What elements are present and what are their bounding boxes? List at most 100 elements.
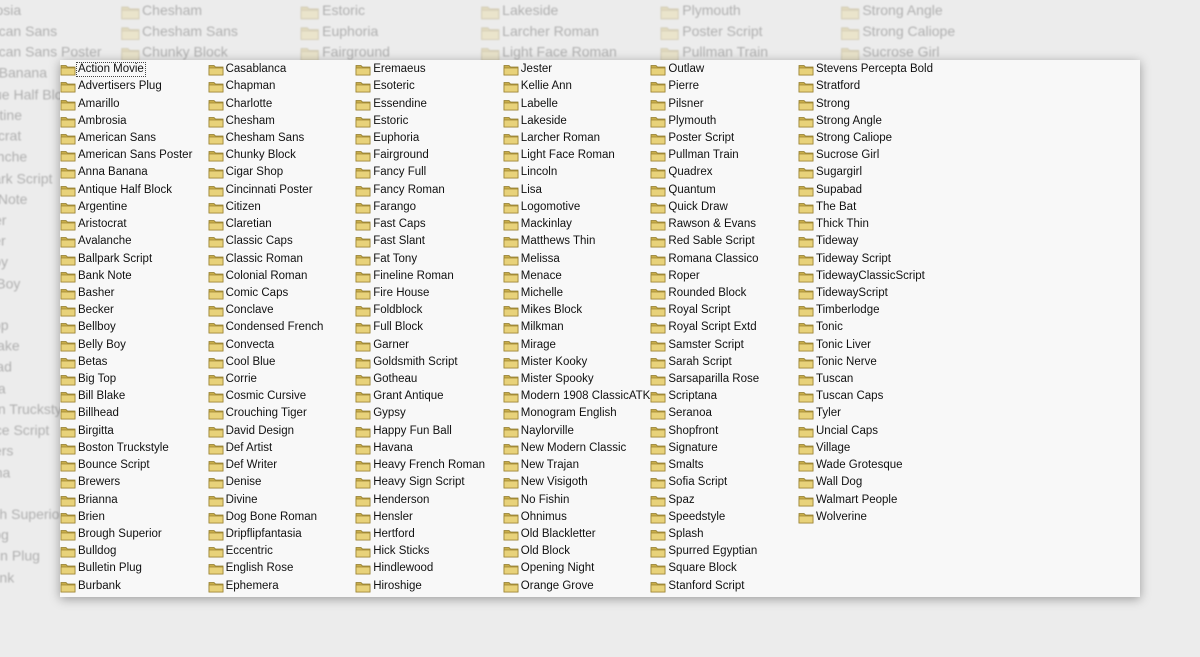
folder-item[interactable]: Rounded Block <box>650 285 796 302</box>
folder-item[interactable]: Michelle <box>503 285 649 302</box>
folder-item[interactable]: Convecta <box>208 337 354 354</box>
folder-item[interactable]: Def Writer <box>208 457 354 474</box>
folder-item[interactable]: Farango <box>355 199 501 216</box>
folder-item[interactable]: Henderson <box>355 491 501 508</box>
folder-item[interactable]: Betas <box>60 354 206 371</box>
folder-item[interactable]: Mikes Block <box>503 302 649 319</box>
folder-item[interactable]: Splash <box>650 526 796 543</box>
folder-item[interactable]: Advertisers Plug <box>60 78 206 95</box>
folder-item[interactable]: The Bat <box>798 199 944 216</box>
folder-item[interactable]: Amarillo <box>60 95 206 112</box>
folder-item[interactable]: Bulletin Plug <box>60 560 206 577</box>
folder-item[interactable]: David Design <box>208 423 354 440</box>
folder-item[interactable]: Boston Truckstyle <box>60 440 206 457</box>
folder-item[interactable]: Roper <box>650 268 796 285</box>
folder-item[interactable]: Shopfront <box>650 423 796 440</box>
folder-item[interactable]: Opening Night <box>503 560 649 577</box>
folder-item[interactable]: Happy Fun Ball <box>355 423 501 440</box>
folder-item[interactable]: Aristocrat <box>60 216 206 233</box>
folder-item[interactable]: Gotheau <box>355 371 501 388</box>
folder-item[interactable]: Dripflipfantasia <box>208 526 354 543</box>
folder-item[interactable]: Royal Script Extd <box>650 319 796 336</box>
folder-item[interactable]: Sofia Script <box>650 474 796 491</box>
folder-item[interactable]: Citizen <box>208 199 354 216</box>
folder-item[interactable]: Stanford Script <box>650 578 796 595</box>
folder-item[interactable]: Big Top <box>60 371 206 388</box>
folder-item[interactable]: Sarsaparilla Rose <box>650 371 796 388</box>
folder-item[interactable]: Colonial Roman <box>208 268 354 285</box>
folder-item[interactable]: Foldblock <box>355 302 501 319</box>
folder-item[interactable]: Hertford <box>355 526 501 543</box>
folder-item[interactable]: Pullman Train <box>650 147 796 164</box>
folder-item[interactable]: Burbank <box>60 578 206 595</box>
folder-item[interactable]: Becker <box>60 302 206 319</box>
folder-item[interactable]: Tyler <box>798 405 944 422</box>
folder-item[interactable]: Poster Script <box>650 130 796 147</box>
folder-item[interactable]: English Rose <box>208 560 354 577</box>
folder-item[interactable]: Fineline Roman <box>355 268 501 285</box>
folder-item[interactable]: Basher <box>60 285 206 302</box>
folder-item[interactable]: Spurred Egyptian <box>650 543 796 560</box>
folder-item[interactable]: Light Face Roman <box>503 147 649 164</box>
folder-item[interactable]: Billhead <box>60 405 206 422</box>
folder-item[interactable]: Hensler <box>355 509 501 526</box>
folder-item[interactable]: Estoric <box>355 113 501 130</box>
folder-item[interactable]: Hindlewood <box>355 560 501 577</box>
folder-item[interactable]: Mackinlay <box>503 216 649 233</box>
folder-item[interactable]: Mister Spooky <box>503 371 649 388</box>
folder-item[interactable]: Argentine <box>60 199 206 216</box>
folder-list-view[interactable]: Action Movie Advertisers Plug Amarillo Ambr… <box>60 60 1140 597</box>
folder-item[interactable]: Strong <box>798 95 944 112</box>
folder-item[interactable]: Conclave <box>208 302 354 319</box>
folder-item[interactable]: Square Block <box>650 560 796 577</box>
folder-item[interactable]: Smalts <box>650 457 796 474</box>
folder-item[interactable]: Ballpark Script <box>60 250 206 267</box>
folder-item[interactable]: TidewayScript <box>798 285 944 302</box>
folder-item[interactable]: Mister Kooky <box>503 354 649 371</box>
folder-item[interactable]: Fast Caps <box>355 216 501 233</box>
folder-item[interactable]: Fairground <box>355 147 501 164</box>
folder-item[interactable]: Spaz <box>650 491 796 508</box>
folder-item[interactable]: Cigar Shop <box>208 164 354 181</box>
folder-item[interactable]: Eccentric <box>208 543 354 560</box>
folder-item[interactable]: Ohnimus <box>503 509 649 526</box>
folder-item[interactable]: Lincoln <box>503 164 649 181</box>
folder-item[interactable]: Full Block <box>355 319 501 336</box>
folder-item[interactable]: Havana <box>355 440 501 457</box>
folder-item[interactable]: Speedstyle <box>650 509 796 526</box>
folder-item[interactable]: Tideway Script <box>798 250 944 267</box>
folder-item[interactable]: Strong Angle <box>798 113 944 130</box>
folder-item[interactable]: Esoteric <box>355 78 501 95</box>
folder-item[interactable]: Stratford <box>798 78 944 95</box>
folder-item[interactable]: Kellie Ann <box>503 78 649 95</box>
folder-item[interactable]: Thick Thin <box>798 216 944 233</box>
folder-item[interactable]: Birgitta <box>60 423 206 440</box>
folder-item[interactable]: Charlotte <box>208 95 354 112</box>
folder-item[interactable]: Larcher Roman <box>503 130 649 147</box>
folder-item[interactable]: Lakeside <box>503 113 649 130</box>
folder-item[interactable]: Village <box>798 440 944 457</box>
folder-item[interactable]: Bellboy <box>60 319 206 336</box>
folder-item[interactable]: Sarah Script <box>650 354 796 371</box>
folder-item[interactable]: Classic Roman <box>208 250 354 267</box>
folder-item[interactable]: Brough Superior <box>60 526 206 543</box>
folder-item[interactable]: Timberlodge <box>798 302 944 319</box>
folder-item[interactable]: Classic Caps <box>208 233 354 250</box>
folder-item[interactable]: Melissa <box>503 250 649 267</box>
folder-item[interactable]: Casablanca <box>208 61 354 78</box>
folder-item[interactable]: Chesham <box>208 113 354 130</box>
folder-item[interactable]: TidewayClassicScript <box>798 268 944 285</box>
folder-item[interactable]: Cincinnati Poster <box>208 182 354 199</box>
folder-item[interactable]: Tideway <box>798 233 944 250</box>
folder-item[interactable]: Milkman <box>503 319 649 336</box>
folder-item[interactable]: Supabad <box>798 182 944 199</box>
folder-item[interactable]: Sucrose Girl <box>798 147 944 164</box>
folder-item[interactable]: Bank Note <box>60 268 206 285</box>
folder-item[interactable]: Tonic Liver <box>798 337 944 354</box>
folder-item[interactable]: Euphoria <box>355 130 501 147</box>
folder-item[interactable]: Orange Grove <box>503 578 649 595</box>
folder-item[interactable]: Action Movie <box>60 61 206 78</box>
folder-item[interactable]: Pierre <box>650 78 796 95</box>
folder-item[interactable]: Wolverine <box>798 509 944 526</box>
folder-item[interactable]: Outlaw <box>650 61 796 78</box>
